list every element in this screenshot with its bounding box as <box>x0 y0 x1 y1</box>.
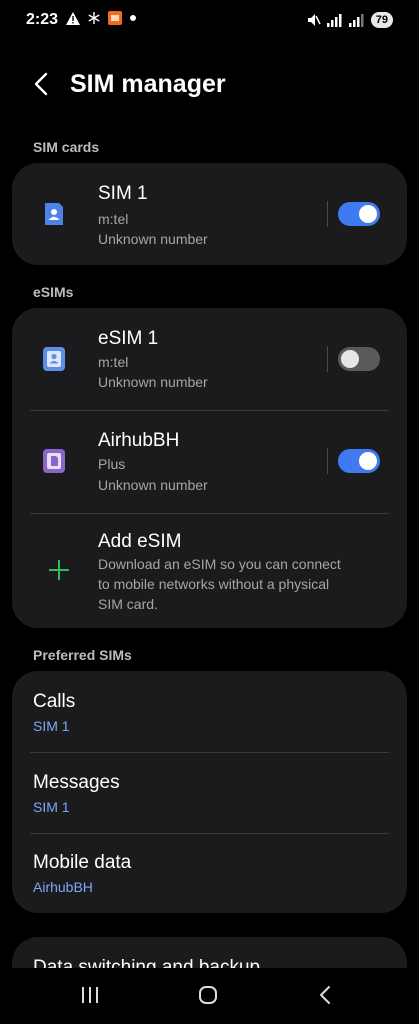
preferred-sims-card: Calls SIM 1 Messages SIM 1 Mobile data A… <box>12 671 407 913</box>
airhub-toggle[interactable] <box>338 449 380 473</box>
esim-icon <box>43 347 65 371</box>
sim1-title: SIM 1 <box>98 183 148 204</box>
toggle-knob <box>341 350 359 368</box>
esim1-row[interactable]: eSIM 1 m:tel Unknown number <box>12 308 407 410</box>
plus-icon <box>49 560 69 580</box>
section-label-preferred-sims: Preferred SIMs <box>33 647 132 663</box>
add-esim-row[interactable]: Add eSIM Download an eSIM so you can con… <box>12 514 407 628</box>
divider <box>327 346 328 372</box>
divider <box>327 448 328 474</box>
status-notification-icons <box>66 11 136 25</box>
esim-chip-icon <box>43 449 65 473</box>
airhub-number: Unknown number <box>98 477 208 493</box>
messages-label: Messages <box>33 772 120 793</box>
add-esim-description-3: SIM card. <box>98 596 158 612</box>
dot-icon <box>130 15 136 21</box>
sim1-number: Unknown number <box>98 231 208 247</box>
status-bar: 2:23 79 <box>0 0 419 40</box>
calls-label: Calls <box>33 691 76 712</box>
home-icon[interactable] <box>198 985 218 1005</box>
mobile-data-row[interactable]: Mobile data AirhubBH <box>12 834 407 913</box>
app-header: SIM manager <box>0 60 419 108</box>
sim-cards-card: SIM 1 m:tel Unknown number <box>12 163 407 265</box>
airhub-carrier: Plus <box>98 456 126 472</box>
add-esim-description-2: to mobile networks without a physical <box>98 576 330 592</box>
recent-apps-icon[interactable] <box>80 986 100 1004</box>
back-arrow-icon[interactable] <box>30 70 54 98</box>
airhub-title: AirhubBH <box>98 430 180 451</box>
toggle-knob <box>359 452 377 470</box>
esim1-number: Unknown number <box>98 374 208 390</box>
app-notification-icon <box>108 11 122 25</box>
sim1-toggle[interactable] <box>338 202 380 226</box>
add-esim-description-1: Download an eSIM so you can connect <box>98 556 341 572</box>
calls-value: SIM 1 <box>33 718 70 734</box>
sim1-carrier: m:tel <box>98 211 129 227</box>
esim1-toggle[interactable] <box>338 347 380 371</box>
nav-back-icon[interactable] <box>316 985 334 1005</box>
messages-value: SIM 1 <box>33 799 70 815</box>
mute-icon <box>307 14 321 26</box>
messages-row[interactable]: Messages SIM 1 <box>12 753 407 833</box>
battery-indicator: 79 <box>370 12 393 28</box>
add-esim-title: Add eSIM <box>98 531 182 552</box>
divider <box>327 201 328 227</box>
sim-card-icon <box>45 203 63 225</box>
esim1-title: eSIM 1 <box>98 328 159 349</box>
toggle-knob <box>359 205 377 223</box>
status-system-icons: 79 <box>307 12 393 28</box>
navigation-bar <box>0 968 419 1024</box>
section-label-esims: eSIMs <box>33 284 74 300</box>
section-label-sim-cards: SIM cards <box>33 139 100 155</box>
mobile-data-label: Mobile data <box>33 852 132 873</box>
sim1-row[interactable]: SIM 1 m:tel Unknown number <box>12 163 407 265</box>
mobile-data-value: AirhubBH <box>33 879 93 895</box>
page-title: SIM manager <box>70 70 226 98</box>
warning-icon <box>66 11 80 25</box>
esim1-carrier: m:tel <box>98 354 129 370</box>
signal-icon <box>326 13 342 27</box>
snowflake-icon <box>88 12 100 24</box>
signal-icon-2 <box>348 13 364 27</box>
calls-row[interactable]: Calls SIM 1 <box>12 671 407 752</box>
status-time: 2:23 <box>26 11 59 28</box>
airhub-row[interactable]: AirhubBH Plus Unknown number <box>12 411 407 513</box>
esims-card: eSIM 1 m:tel Unknown number AirhubBH Plu… <box>12 308 407 628</box>
